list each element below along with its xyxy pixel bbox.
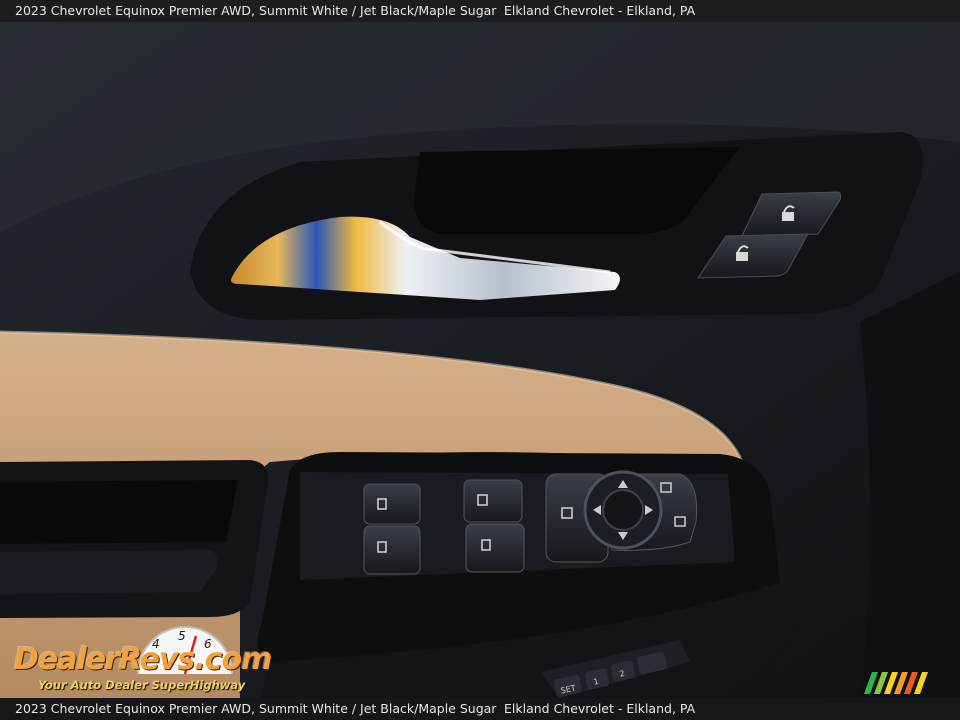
window-switch-icon[interactable] <box>363 483 421 575</box>
bottom-caption-bar: 2023 Chevrolet Equinox Premier AWD, Summ… <box>0 698 960 720</box>
dealer-caption: Elkland Chevrolet - Elkland, PA <box>504 3 696 18</box>
svg-text:5: 5 <box>178 629 186 643</box>
mirror-control-icon[interactable] <box>583 470 698 551</box>
logo-tagline: Your Auto Dealer SuperHighway <box>38 678 246 692</box>
vehicle-caption-bottom: 2023 Chevrolet Equinox Premier AWD, Summ… <box>15 701 497 716</box>
dealerrevs-logo: 4 5 6 DealerRevs.com Your Auto Dealer Su… <box>12 626 272 694</box>
vehicle-caption: 2023 Chevrolet Equinox Premier AWD, Summ… <box>15 3 497 18</box>
top-caption-bar: 2023 Chevrolet Equinox Premier AWD, Summ… <box>0 0 960 22</box>
door-panel-photo: SET 1 2 <box>0 22 960 698</box>
photo-frame: 2023 Chevrolet Equinox Premier AWD, Summ… <box>0 0 960 720</box>
logo-wordmark: DealerRevs.com <box>14 642 272 677</box>
dealer-caption-bottom: Elkland Chevrolet - Elkland, PA <box>504 701 696 716</box>
window-switch-icon[interactable] <box>463 479 525 573</box>
rainbow-stripes-icon <box>864 672 928 694</box>
